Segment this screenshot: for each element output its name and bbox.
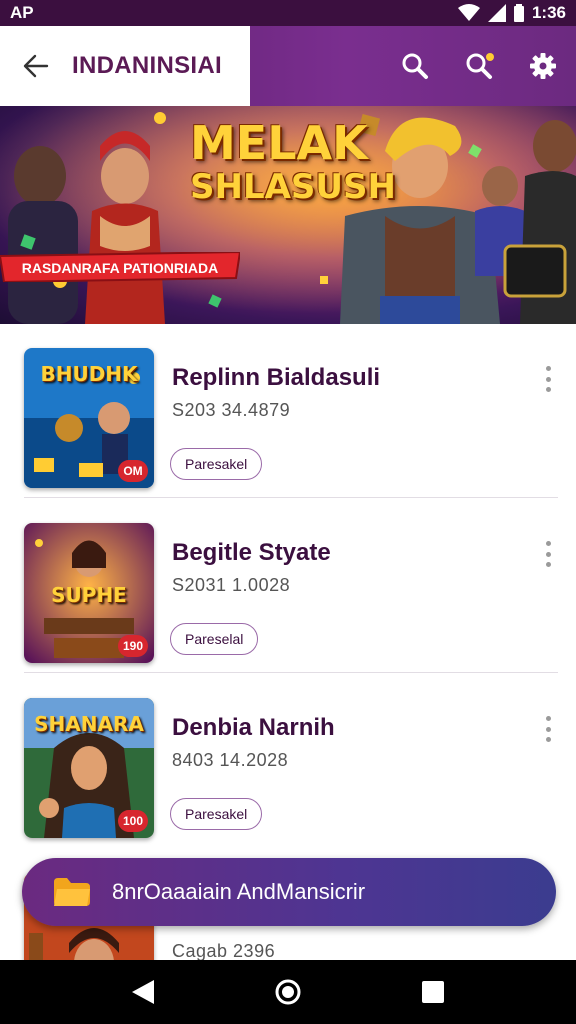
- more-vert-icon-dot: [545, 376, 551, 382]
- list-item[interactable]: SUPHE 190 Begitle Styate S2031 1.0028 Pa…: [0, 499, 576, 673]
- battery-icon: [513, 4, 524, 22]
- title-box: INDANINSIAI: [0, 26, 250, 106]
- more-vert-icon-dot: [545, 366, 551, 371]
- page-title: INDANINSIAI: [72, 52, 222, 79]
- signal-icon: [487, 4, 506, 22]
- status-icons: 1:36: [457, 3, 566, 23]
- hero-banner[interactable]: MELAK SHLASUSH RASDANRAFA PATIONRIADA: [0, 106, 576, 324]
- status-bar: AP 1:36: [0, 0, 576, 26]
- system-nav-bar: [0, 960, 576, 1024]
- search-alert-button[interactable]: [454, 41, 504, 91]
- thumbnail-badge: 100: [117, 810, 148, 832]
- item-thumbnail: BHUDHK OM: [24, 348, 154, 488]
- more-vert-icon-dot: [545, 726, 551, 732]
- recents-square-icon: [422, 981, 445, 1003]
- divider: [24, 497, 558, 498]
- search-icon: [402, 53, 428, 79]
- item-subtitle: S2031 1.0028: [172, 575, 291, 595]
- settings-button[interactable]: [518, 41, 568, 91]
- more-vert-icon-dot: [545, 737, 551, 742]
- clock-label: 1:36: [531, 3, 566, 22]
- more-vert-icon-dot: [545, 541, 551, 546]
- item-title: Begitle Styate: [172, 539, 331, 566]
- item-chip-button[interactable]: Paresakel: [170, 448, 263, 480]
- item-chip-button[interactable]: Pareselal: [170, 623, 259, 655]
- item-subtitle: S203 34.4879: [172, 400, 291, 420]
- search-button[interactable]: [390, 41, 440, 91]
- more-vert-icon-dot: [545, 387, 551, 392]
- thumbnail-badge: OM: [118, 460, 148, 482]
- item-thumbnail: SHANARA 100: [24, 698, 154, 838]
- list-item[interactable]: BHUDHK OM Replinn Bialdasuli S203 34.487…: [0, 324, 576, 498]
- home-circle-icon: [275, 979, 301, 1005]
- hero-ribbon: RASDANRAFA PATIONRIADA: [0, 252, 240, 282]
- hero-headline: MELAK SHLASUSH: [190, 116, 396, 207]
- back-triangle-icon: [131, 980, 154, 1004]
- app-bar: INDANINSIAI: [0, 26, 576, 106]
- more-options-button[interactable]: [538, 537, 558, 571]
- thumbnail-title: SHANARA: [34, 712, 144, 736]
- back-button[interactable]: [0, 26, 72, 106]
- item-chip-button[interactable]: Paresakel: [170, 798, 263, 830]
- app-actions: [390, 26, 568, 106]
- item-title: Denbia Narnih: [172, 714, 335, 741]
- more-vert-icon-dot: [545, 551, 551, 557]
- thumbnail-title: BHUDHK: [40, 362, 138, 386]
- notification-dot: [486, 53, 494, 61]
- more-vert-icon-dot: [545, 562, 551, 567]
- arrow-back-icon: [23, 54, 49, 78]
- nav-back-button[interactable]: [113, 962, 173, 1022]
- hero-headline-line1: MELAK: [190, 116, 368, 170]
- nav-home-button[interactable]: [258, 962, 318, 1022]
- more-options-button[interactable]: [538, 362, 558, 396]
- folder-icon: [54, 878, 90, 906]
- wifi-icon: [457, 4, 480, 21]
- floating-action-banner[interactable]: 8nrOaaaiain AndMansicrir: [22, 858, 556, 926]
- thumbnail-badge: 190: [117, 635, 148, 657]
- nav-recents-button[interactable]: [403, 962, 463, 1022]
- divider: [24, 672, 558, 673]
- item-thumbnail: SUPHE 190: [24, 523, 154, 663]
- hero-ribbon-text: RASDANRAFA PATIONRIADA: [22, 260, 219, 276]
- more-vert-icon-dot: [545, 716, 551, 721]
- carrier-label: AP: [10, 3, 34, 22]
- item-subtitle: 8403 14.2028: [172, 750, 289, 770]
- item-subtitle: Cagab 2396: [172, 941, 276, 960]
- thumbnail-title: SUPHE: [51, 583, 127, 607]
- gear-icon: [530, 53, 556, 79]
- more-options-button[interactable]: [538, 712, 558, 746]
- hero-headline-line2: SHLASUSH: [190, 167, 396, 207]
- floating-banner-label: 8nrOaaaiain AndMansicrir: [112, 879, 366, 904]
- list-item[interactable]: SHANARA 100 Denbia Narnih 8403 14.2028 P…: [0, 674, 576, 848]
- item-title: Replinn Bialdasuli: [172, 364, 381, 391]
